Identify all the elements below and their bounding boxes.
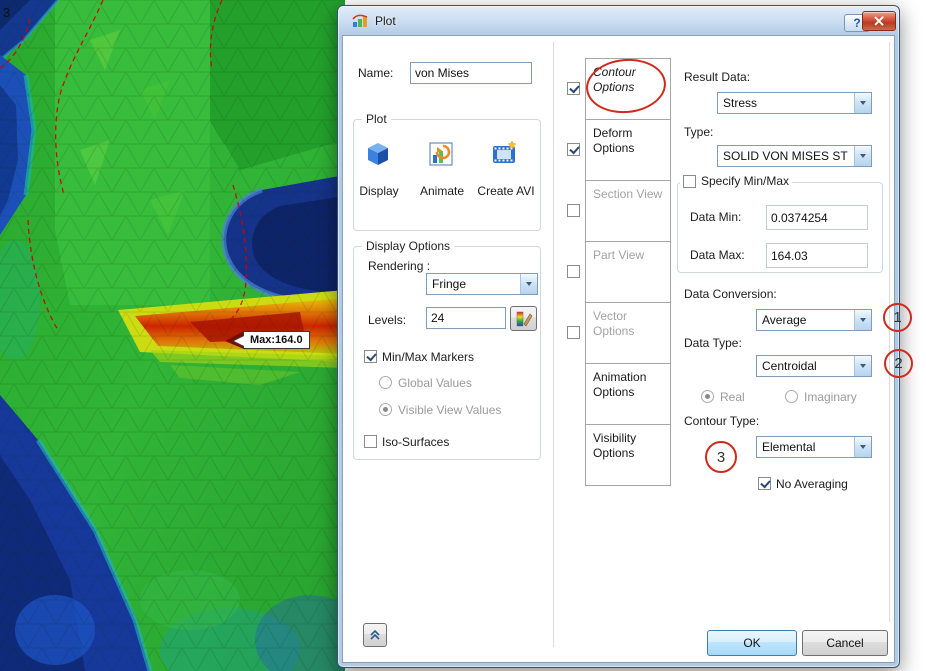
no-averaging-checkbox[interactable] [758,477,771,490]
real-label: Real [720,390,745,404]
animate-button[interactable] [426,139,456,169]
result-data-label: Result Data: [684,70,751,84]
tab-animation-options-label: Animation Options [593,370,647,399]
colormap-edit-icon [516,311,532,326]
imaginary-radio [785,390,798,403]
display-options-title: Display Options [362,239,455,253]
chevron-down-icon[interactable] [854,356,871,376]
deform-options-checkbox[interactable] [567,143,580,156]
animate-button-label: Animate [419,184,465,198]
tab-visibility-options-label: Visibility Options [593,431,637,460]
vector-options-checkbox[interactable] [567,326,580,339]
tab-section-view[interactable]: Section View [585,180,671,242]
tab-visibility-options[interactable]: Visibility Options [585,424,671,486]
result-data-value: Stress [723,96,758,110]
no-averaging-label: No Averaging [776,477,848,491]
rendering-value: Fringe [432,277,467,291]
create-avi-button[interactable] [489,139,519,169]
minmax-markers-checkbox[interactable] [364,350,377,363]
specify-minmax-label: Specify Min/Max [701,174,790,188]
close-icon [873,15,885,27]
type-label: Type: [684,125,714,139]
scene-corner-label: 3 [3,5,11,20]
tab-deform-options-label: Deform Options [593,126,635,155]
name-input[interactable] [410,62,532,84]
chevron-down-icon[interactable] [854,310,871,330]
create-avi-button-label: Create AVI [477,184,535,198]
display-button-label: Display [359,184,399,198]
imaginary-label: Imaginary [804,390,857,404]
visible-view-values-radio [379,403,392,416]
create-avi-icon [493,140,517,163]
chevron-down-icon[interactable] [854,437,871,457]
double-chevron-up-icon [370,629,380,640]
left-separator [553,42,554,647]
part-view-checkbox[interactable] [567,265,580,278]
animate-icon [429,142,453,166]
minmax-markers-label: Min/Max Markers [382,350,475,364]
data-max-label: Data Max: [690,248,745,262]
chevron-down-icon[interactable] [854,93,871,113]
data-min-input[interactable] [766,205,868,230]
annotation-circle-3: 3 [705,441,737,473]
collapse-dialog-button[interactable] [363,623,387,647]
close-button[interactable] [862,11,896,31]
real-radio [701,390,714,403]
contour-type-label: Contour Type: [684,414,760,428]
annotation-circle-2: 2 [884,349,913,378]
rendering-select[interactable]: Fringe [426,273,538,295]
annotation-circle-1: 1 [883,303,912,332]
specify-minmax-row: Specify Min/Max [680,174,793,188]
levels-input[interactable] [426,307,506,329]
data-conversion-select[interactable]: Average [756,309,872,331]
iso-surfaces-checkbox[interactable] [364,435,377,448]
data-conversion-label: Data Conversion: [684,287,777,301]
chevron-down-icon[interactable] [520,274,537,294]
data-type-label: Data Type: [684,336,742,350]
name-label: Name: [358,66,394,80]
tab-deform-options[interactable]: Deform Options [585,119,671,181]
result-data-select[interactable]: Stress [717,92,872,114]
contour-type-value: Elemental [762,440,816,454]
right-separator [889,42,890,622]
global-values-label: Global Values [398,376,472,390]
data-type-value: Centroidal [762,359,817,373]
rendering-label: Rendering : [368,259,431,273]
dialog-title: Plot [375,14,396,28]
tab-animation-options[interactable]: Animation Options [585,363,671,425]
iso-surfaces-label: Iso-Surfaces [382,435,450,449]
global-values-radio [379,376,392,389]
ok-button[interactable]: OK [707,630,797,656]
plot-group-title: Plot [362,112,391,126]
data-min-label: Data Min: [690,210,742,224]
plot-group: Plot [353,112,541,231]
tab-part-view-label: Part View [593,248,645,262]
max-value-callout: Max:164.0 [243,331,310,349]
screen: 3 Max:164.0 Plot ? Name: Plot [0,0,926,671]
specify-minmax-checkbox[interactable] [683,174,696,188]
levels-colormap-button[interactable] [510,306,537,331]
visible-view-values-label: Visible View Values [398,403,502,417]
section-view-checkbox[interactable] [567,204,580,217]
tab-part-view[interactable]: Part View [585,241,671,303]
data-max-input[interactable] [766,243,868,268]
contour-options-checkbox[interactable] [567,82,580,95]
contour-type-select[interactable]: Elemental [756,436,872,458]
levels-label: Levels: [368,313,407,327]
data-conversion-value: Average [762,313,807,327]
dialog-titlebar[interactable]: Plot ? [338,6,899,35]
display-icon [368,143,388,165]
chevron-down-icon[interactable] [854,146,871,166]
tab-vector-options[interactable]: Vector Options [585,302,671,364]
type-value: SOLID VON MISES ST [723,149,848,163]
display-button[interactable] [363,139,393,169]
tab-vector-options-label: Vector Options [593,309,635,338]
tab-section-view-label: Section View [593,187,663,201]
plot-app-icon [352,14,368,27]
type-select[interactable]: SOLID VON MISES ST [717,145,872,167]
cancel-button[interactable]: Cancel [802,630,888,656]
data-type-select[interactable]: Centroidal [756,355,872,377]
